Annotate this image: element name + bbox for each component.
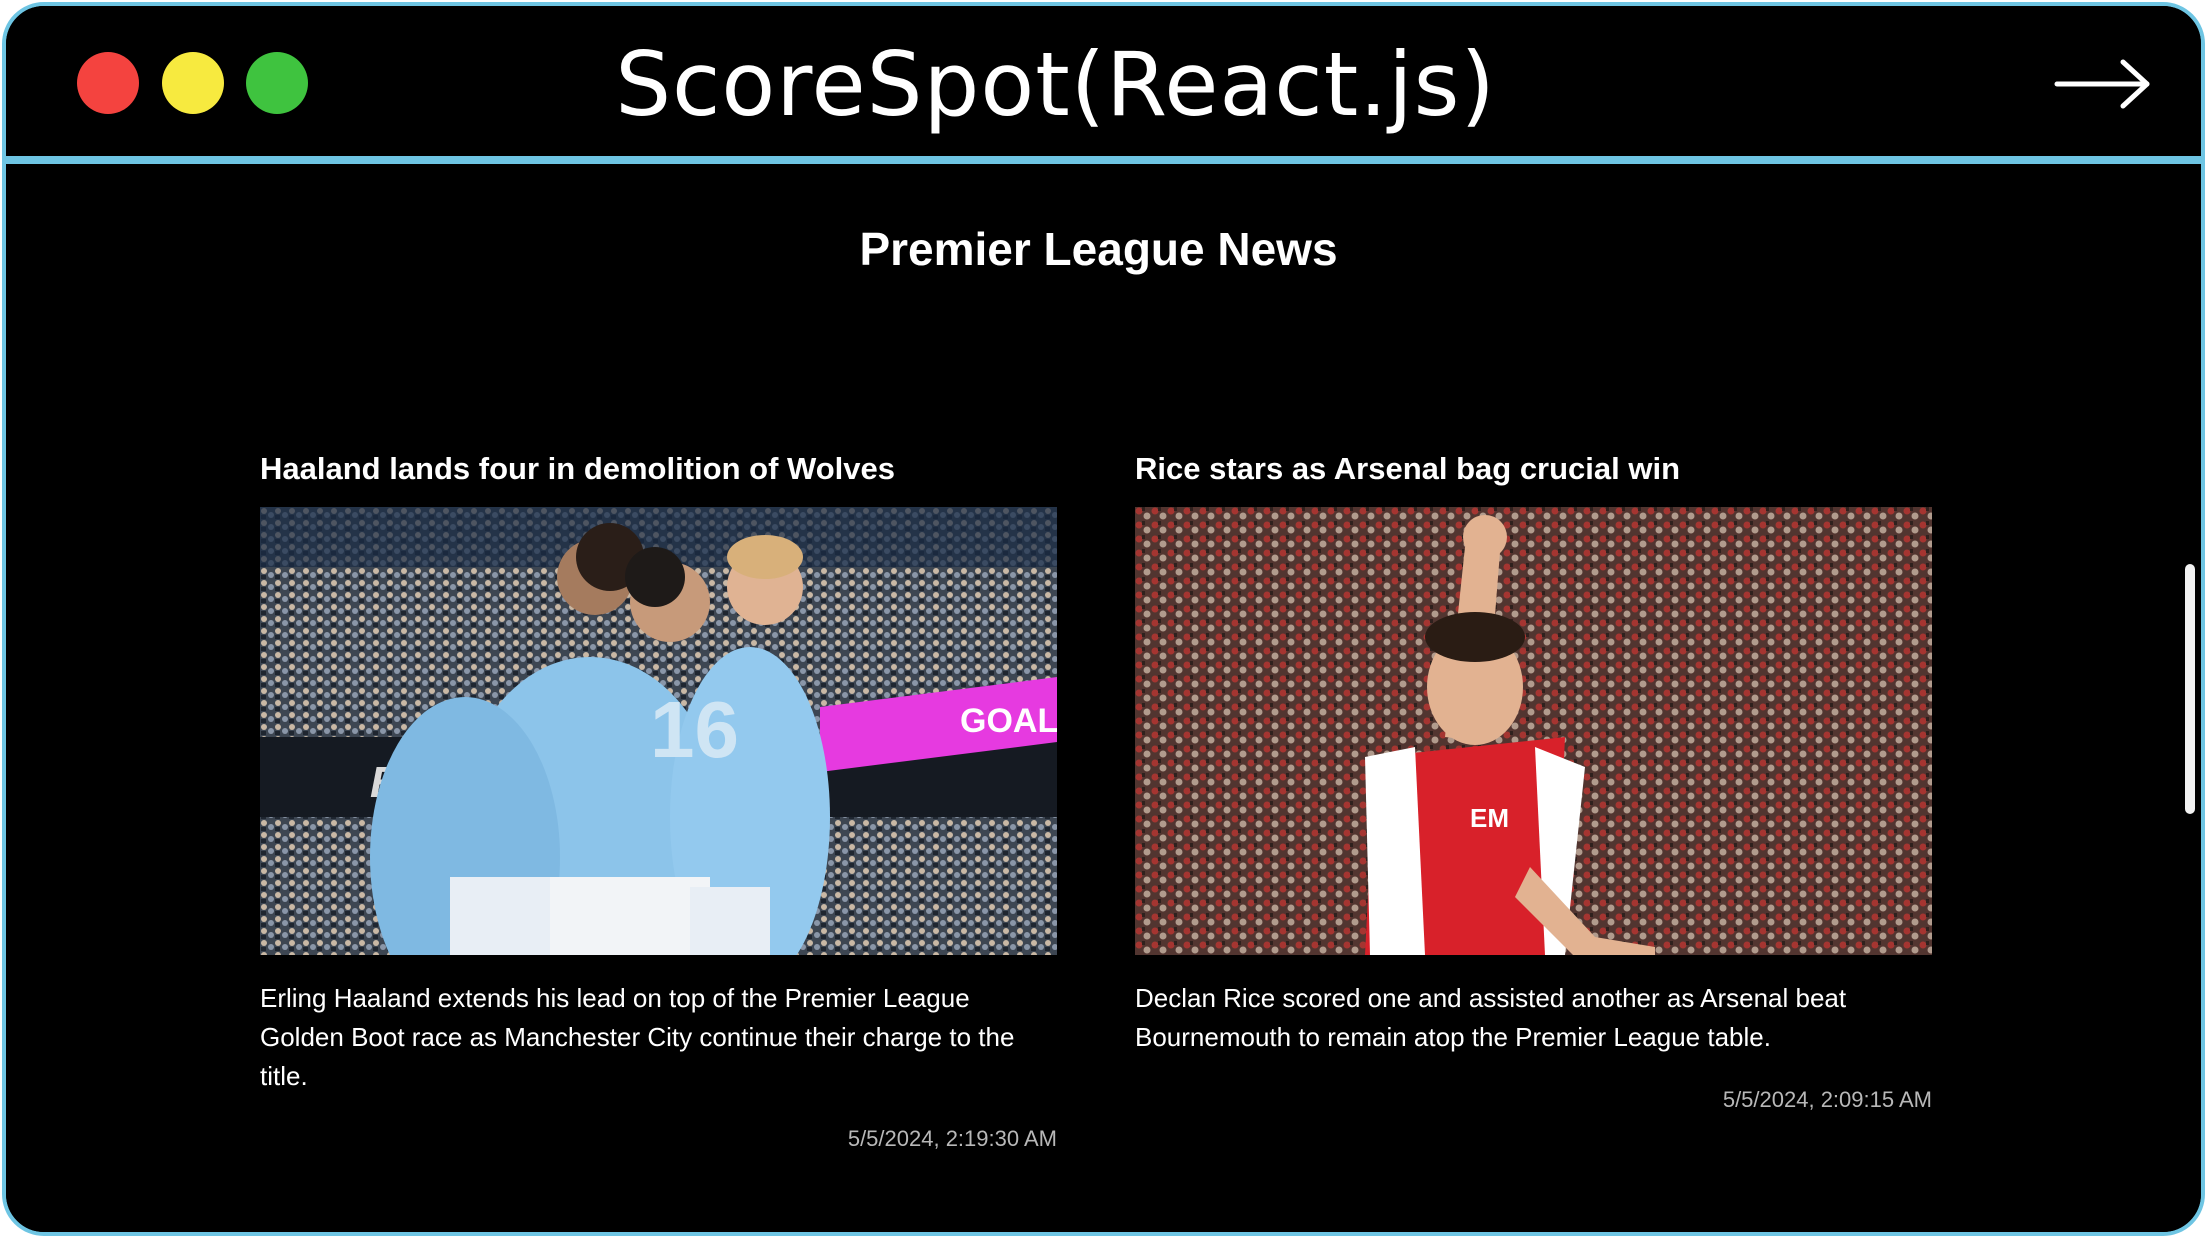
title-bar: ScoreSpot(React.js) xyxy=(6,6,2201,164)
news-card-title[interactable]: Rice stars as Arsenal bag crucial win xyxy=(1135,449,1932,489)
svg-text:16: 16 xyxy=(650,685,739,774)
arrow-right-icon[interactable] xyxy=(2053,54,2153,114)
photo-declan-rice-celebration[interactable]: EM xyxy=(1135,507,1932,955)
news-card[interactable]: Haaland lands four in demolition of Wolv… xyxy=(260,449,1057,1152)
scrollbar-thumb[interactable] xyxy=(2185,564,2195,814)
news-content: Premier League News Haaland lands four i… xyxy=(6,164,2201,1232)
news-card-title[interactable]: Haaland lands four in demolition of Wolv… xyxy=(260,449,1057,489)
news-card-timestamp: 5/5/2024, 2:09:15 AM xyxy=(1722,1087,1932,1112)
svg-text:EM: EM xyxy=(1470,803,1509,833)
app-title: ScoreSpot(React.js) xyxy=(615,33,1496,136)
news-card-description: Declan Rice scored one and assisted anot… xyxy=(1135,983,1847,1052)
news-card[interactable]: Rice stars as Arsenal bag crucial win EM… xyxy=(1135,449,1932,1113)
svg-text:GOAL: GOAL xyxy=(960,702,1057,740)
page-title: Premier League News xyxy=(859,223,1338,275)
app-window: ScoreSpot(React.js) Premier League News … xyxy=(2,2,2205,1236)
photo-manchester-city-celebration[interactable]: GOAL ETIH 16 xyxy=(260,507,1057,955)
news-card-description: Erling Haaland extends his lead on top o… xyxy=(260,983,1015,1091)
news-card-timestamp: 5/5/2024, 2:19:30 AM xyxy=(847,1126,1057,1151)
